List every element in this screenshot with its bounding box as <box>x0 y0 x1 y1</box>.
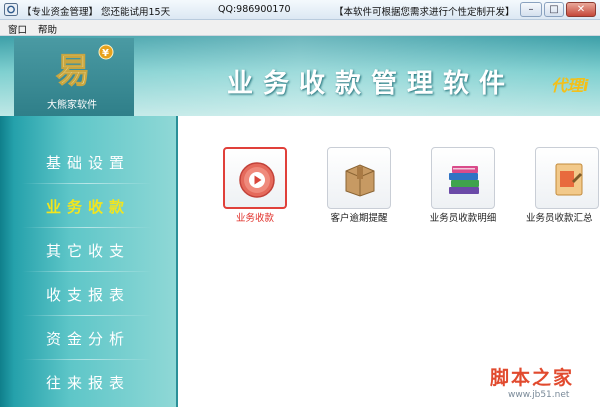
nav-divider <box>22 271 152 272</box>
custom-notice: 【本软件可根据您需求进行个性定制开发】 <box>334 7 515 18</box>
nav-divider <box>22 183 152 184</box>
app-name: 【专业资金管理】 <box>22 7 99 18</box>
tile-business-receipts[interactable] <box>223 147 287 209</box>
minimize-button[interactable]: – <box>520 2 542 17</box>
app-title: 业务收款管理软件 <box>227 69 516 99</box>
sidebar-item-business-receipts[interactable]: 业务收款 <box>0 192 176 222</box>
title-bar: 【专业资金管理】 您还能试用15天 QQ:986900170 【本软件可根据您需… <box>0 0 600 20</box>
logo-glyph: 易 <box>56 51 90 91</box>
tile-salesperson-receipt-detail[interactable] <box>431 147 495 209</box>
tile-overdue-reminder[interactable] <box>327 147 391 209</box>
header-banner: 易 ¥ 大熊家软件 业务收款管理软件 代理i <box>0 36 600 116</box>
sidebar-item-income-expense-report[interactable]: 收支报表 <box>0 280 176 310</box>
menu-bar: 窗口 帮助 <box>0 20 600 36</box>
maximize-button[interactable]: □ <box>544 2 564 17</box>
maximize-icon: □ <box>549 4 559 15</box>
sidebar: 基础设置 业务收款 其它收支 收支报表 资金分析 往来报表 <box>0 116 178 407</box>
tile-label: 客户逾期提醒 <box>330 213 388 224</box>
close-icon: ✕ <box>576 4 586 15</box>
sidebar-item-other-income-expense[interactable]: 其它收支 <box>0 236 176 266</box>
play-circle-icon <box>239 162 275 198</box>
sidebar-item-basic-settings[interactable]: 基础设置 <box>0 148 176 178</box>
logo-icon: 易 ¥ <box>56 44 114 92</box>
qq-contact: QQ:986900170 <box>218 4 291 15</box>
watermark-url: www.jb51.net <box>508 390 570 400</box>
nav-divider <box>22 227 152 228</box>
menu-help[interactable]: 帮助 <box>38 22 57 36</box>
app-subtitle: 代理i <box>551 76 589 95</box>
menu-window[interactable]: 窗口 <box>8 22 27 36</box>
trial-notice: 您还能试用15天 <box>101 7 171 18</box>
sidebar-item-fund-analysis[interactable]: 资金分析 <box>0 324 176 354</box>
book-stack-icon <box>449 166 479 194</box>
close-button[interactable]: ✕ <box>566 2 596 17</box>
app-icon <box>4 3 18 16</box>
nav-divider <box>22 359 152 360</box>
nav-divider <box>22 315 152 316</box>
document-icon <box>555 163 583 196</box>
tile-label: 业务员收款明细 <box>429 213 497 224</box>
watermark-text: 脚本之家 <box>490 367 575 389</box>
company-name: 大熊家软件 <box>47 100 97 111</box>
package-box-icon <box>345 164 375 197</box>
minimize-icon: – <box>528 4 534 15</box>
tile-label: 业务员收款汇总 <box>526 213 593 224</box>
sidebar-item-account-report[interactable]: 往来报表 <box>0 368 176 398</box>
logo-badge: ¥ <box>102 48 109 59</box>
tile-salesperson-receipt-summary[interactable] <box>535 147 599 209</box>
tile-label: 业务收款 <box>235 213 274 224</box>
